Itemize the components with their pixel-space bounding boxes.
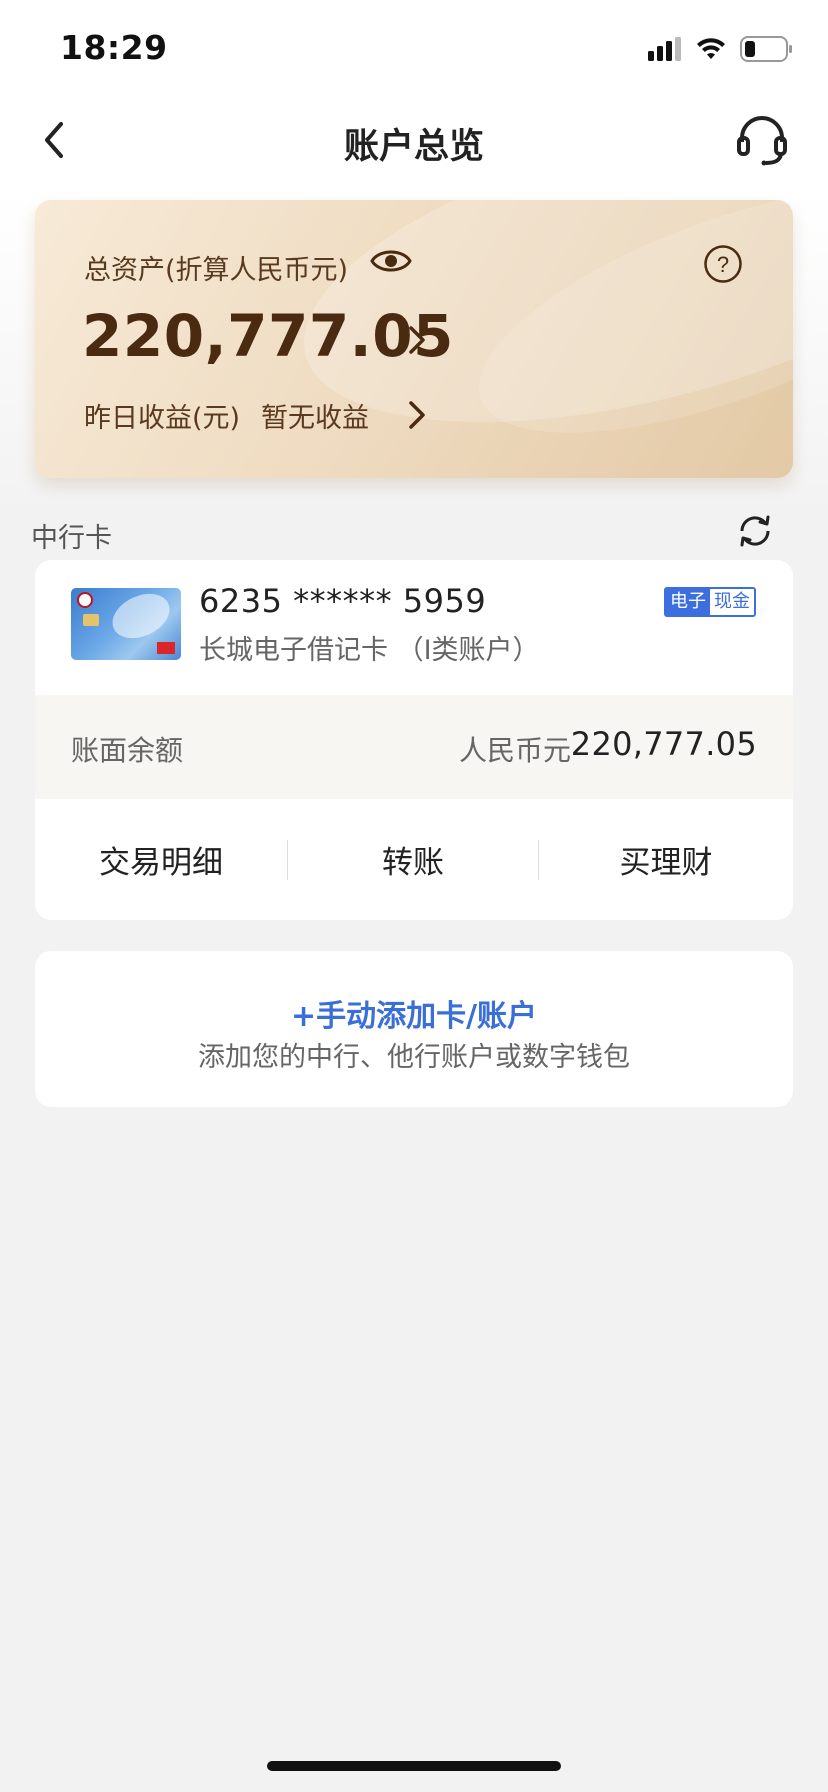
total-asset-card[interactable]: 总资产(折算人民币元) ? 220,777.05 昨日收益(元) 暂无收益 bbox=[35, 200, 793, 478]
chevron-right-icon[interactable] bbox=[405, 322, 429, 358]
balance-label: 账面余额 bbox=[71, 734, 184, 767]
balance-row: 账面余额 人民币元 220,777.05 bbox=[35, 695, 793, 799]
yesterday-income-label: 昨日收益(元) bbox=[84, 403, 241, 434]
headset-icon bbox=[737, 116, 787, 166]
signal-icon bbox=[648, 37, 681, 61]
card-number: 6235 ****** 5959 bbox=[199, 582, 487, 620]
add-account-subtitle: 添加您的中行、他行账户或数字钱包 bbox=[198, 1042, 630, 1073]
svg-text:?: ? bbox=[717, 252, 729, 277]
unionpay-icon bbox=[157, 642, 175, 654]
bank-logo-icon bbox=[77, 592, 93, 608]
total-asset-label: 总资产(折算人民币元) bbox=[84, 255, 349, 286]
total-asset-value: 220,777.05 bbox=[82, 302, 454, 370]
buy-wealth-button[interactable]: 买理财 bbox=[539, 799, 793, 920]
yesterday-income-value: 暂无收益 bbox=[261, 403, 369, 434]
balance-currency: 人民币元 bbox=[458, 734, 571, 767]
bank-card-image bbox=[71, 588, 181, 660]
page-title: 账户总览 bbox=[343, 127, 484, 167]
transfer-button[interactable]: 转账 bbox=[287, 799, 539, 920]
add-account-title[interactable]: +手动添加卡/账户 bbox=[35, 991, 793, 1035]
eye-icon[interactable] bbox=[369, 244, 413, 278]
badge-secondary: 现金 bbox=[710, 589, 754, 615]
refresh-icon[interactable] bbox=[736, 512, 774, 550]
chip-icon bbox=[83, 614, 99, 626]
home-indicator[interactable] bbox=[267, 1761, 561, 1771]
status-icons bbox=[648, 34, 794, 64]
battery-icon bbox=[740, 36, 792, 62]
transaction-details-button[interactable]: 交易明细 bbox=[35, 799, 287, 920]
wifi-icon bbox=[697, 38, 725, 59]
balance-value: 220,777.05 bbox=[570, 725, 757, 763]
card-decoration bbox=[105, 588, 177, 647]
status-time: 18:29 bbox=[60, 28, 168, 67]
e-cash-badge: 电子 现金 bbox=[664, 587, 756, 617]
card-name: 长城电子借记卡 （I类账户） bbox=[199, 635, 540, 666]
badge-primary: 电子 bbox=[666, 589, 710, 615]
account-card: 6235 ****** 5959 长城电子借记卡 （I类账户） 电子 现金 账面… bbox=[35, 560, 793, 920]
section-label: 中行卡 bbox=[31, 523, 112, 554]
add-account-card[interactable]: +手动添加卡/账户 添加您的中行、他行账户或数字钱包 bbox=[35, 951, 793, 1107]
question-icon[interactable]: ? bbox=[703, 244, 743, 284]
customer-service-button[interactable] bbox=[734, 114, 790, 166]
chevron-right-icon[interactable] bbox=[405, 398, 429, 432]
